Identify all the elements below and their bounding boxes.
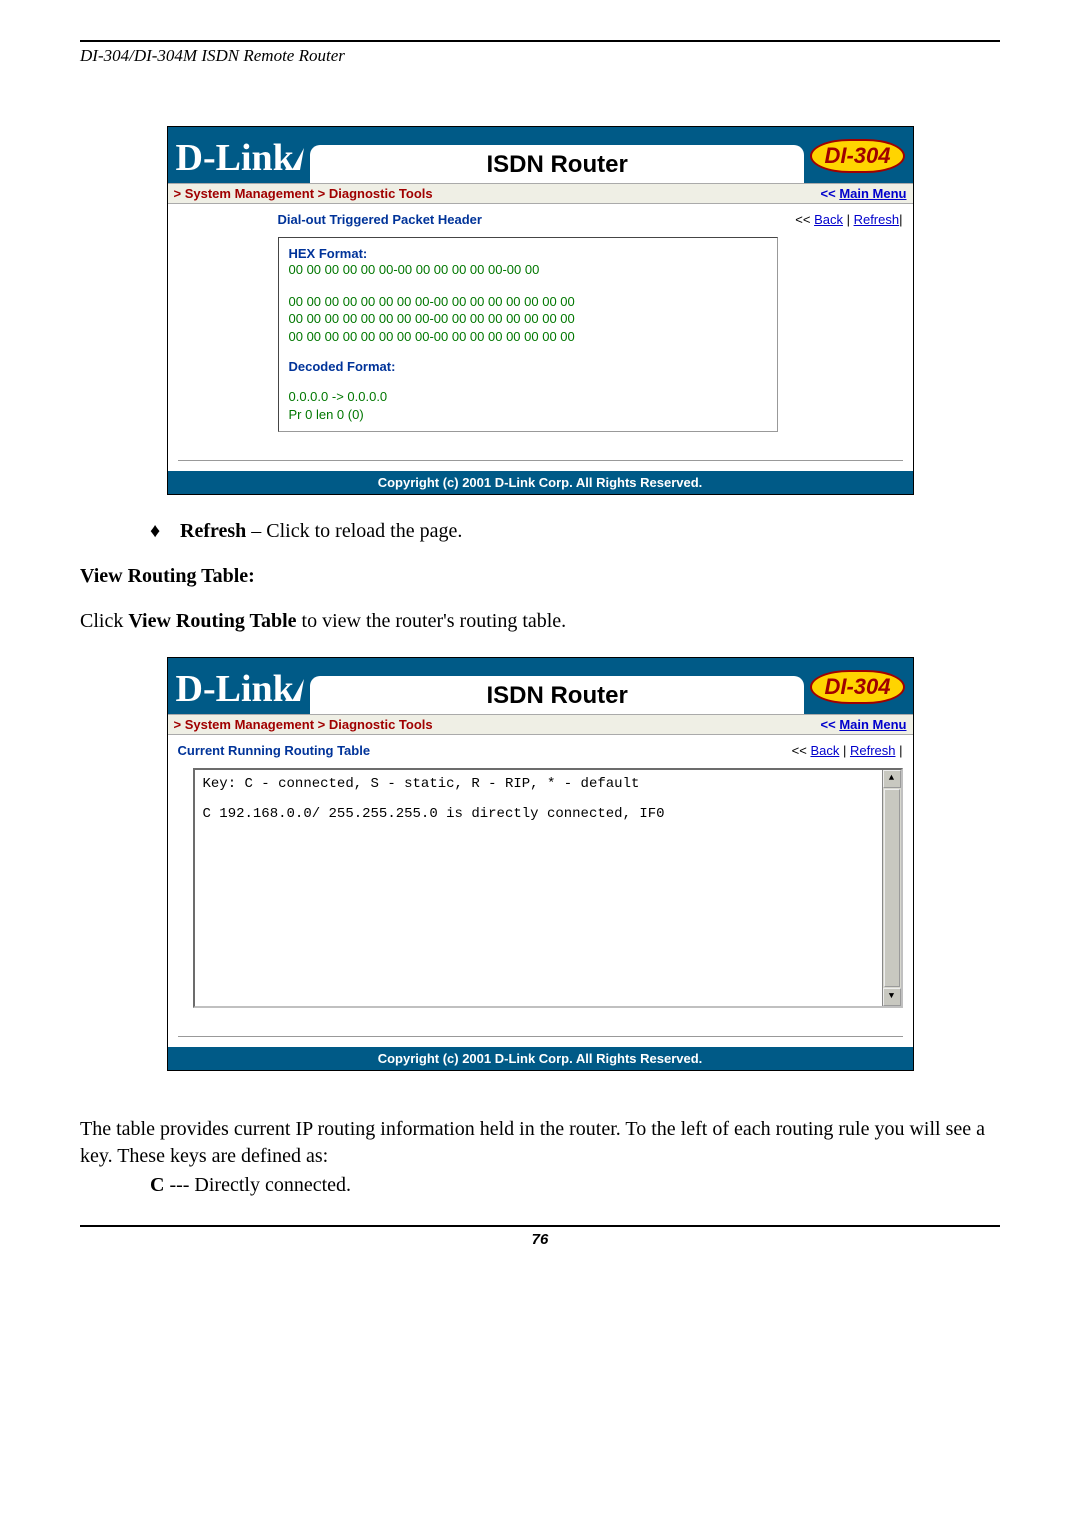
main-menu-link[interactable]: Main Menu (839, 717, 906, 732)
router-title: ISDN Router (310, 676, 805, 714)
scroll-thumb[interactable] (884, 789, 900, 987)
hex-line: 00 00 00 00 00 00-00 00 00 00 00 00-00 0… (289, 261, 767, 279)
refresh-rest: – Click to reload the page. (246, 520, 462, 542)
page-header: DI-304/DI-304M ISDN Remote Router (80, 46, 1000, 66)
copyright-bar: Copyright (c) 2001 D-Link Corp. All Righ… (168, 1047, 913, 1070)
model-badge: DI-304 (810, 139, 904, 173)
back-link[interactable]: Back (810, 743, 839, 758)
instr-pre: Click (80, 610, 128, 632)
key-c-bold: C (150, 1174, 164, 1196)
scroll-down-icon[interactable]: ▼ (883, 988, 901, 1006)
copyright-bar: Copyright (c) 2001 D-Link Corp. All Righ… (168, 471, 913, 494)
bullet-refresh: ♦ Refresh – Click to reload the page. (150, 520, 1000, 543)
section-title: Current Running Routing Table (178, 743, 371, 758)
instr-post: to view the router's routing table. (297, 610, 567, 632)
nav-links: << Back | Refresh | (792, 743, 903, 758)
hex-line: 00 00 00 00 00 00 00 00-00 00 00 00 00 0… (289, 328, 767, 346)
refresh-link[interactable]: Refresh (854, 212, 900, 227)
model-badge: DI-304 (810, 670, 904, 704)
key-c-definition: C --- Directly connected. (150, 1174, 1000, 1197)
page-number: 76 (80, 1225, 1000, 1248)
key-c-rest: --- Directly connected. (164, 1174, 351, 1196)
hex-line: 00 00 00 00 00 00 00 00-00 00 00 00 00 0… (289, 310, 767, 328)
router-title: ISDN Router (310, 145, 805, 183)
decoded-line: 0.0.0.0 -> 0.0.0.0 (289, 388, 767, 406)
routing-entry: C 192.168.0.0/ 255.255.255.0 is directly… (203, 806, 893, 822)
refresh-link[interactable]: Refresh (850, 743, 896, 758)
view-routing-heading: View Routing Table: (80, 565, 1000, 588)
breadcrumb: > System Management > Diagnostic Tools (174, 717, 433, 732)
refresh-bold: Refresh (180, 520, 246, 542)
diamond-icon: ♦ (150, 520, 180, 543)
hex-line: 00 00 00 00 00 00 00 00-00 00 00 00 00 0… (289, 293, 767, 311)
scrollbar[interactable]: ▲ ▼ (882, 770, 901, 1006)
section-title: Dial-out Triggered Packet Header (278, 212, 482, 227)
main-menu-wrap: << Main Menu (821, 717, 907, 732)
routing-description: The table provides current IP routing in… (80, 1116, 1000, 1170)
nav-links: << Back | Refresh| (795, 212, 902, 227)
main-menu-link[interactable]: Main Menu (839, 186, 906, 201)
dlink-logo: D-Link (176, 139, 304, 183)
main-menu-prefix: << (821, 186, 840, 201)
decoded-line: Pr 0 len 0 (0) (289, 406, 767, 424)
main-menu-prefix: << (821, 717, 840, 732)
routing-key-line: Key: C - connected, S - static, R - RIP,… (203, 776, 893, 792)
routing-output: Key: C - connected, S - static, R - RIP,… (193, 768, 903, 1008)
instruction-line: Click View Routing Table to view the rou… (80, 608, 1000, 635)
scroll-up-icon[interactable]: ▲ (883, 770, 901, 788)
main-menu-wrap: << Main Menu (821, 186, 907, 201)
decoded-format-label: Decoded Format: (289, 359, 767, 374)
instr-bold: View Routing Table (128, 610, 296, 632)
breadcrumb: > System Management > Diagnostic Tools (174, 186, 433, 201)
hex-format-label: HEX Format: (289, 246, 767, 261)
screenshot-dialout: D-Link ISDN Router DI-304 > System Manag… (167, 126, 914, 495)
dlink-logo: D-Link (176, 670, 304, 714)
screenshot-routing: D-Link ISDN Router DI-304 > System Manag… (167, 657, 914, 1071)
packet-panel: HEX Format: 00 00 00 00 00 00-00 00 00 0… (278, 237, 778, 432)
back-link[interactable]: Back (814, 212, 843, 227)
